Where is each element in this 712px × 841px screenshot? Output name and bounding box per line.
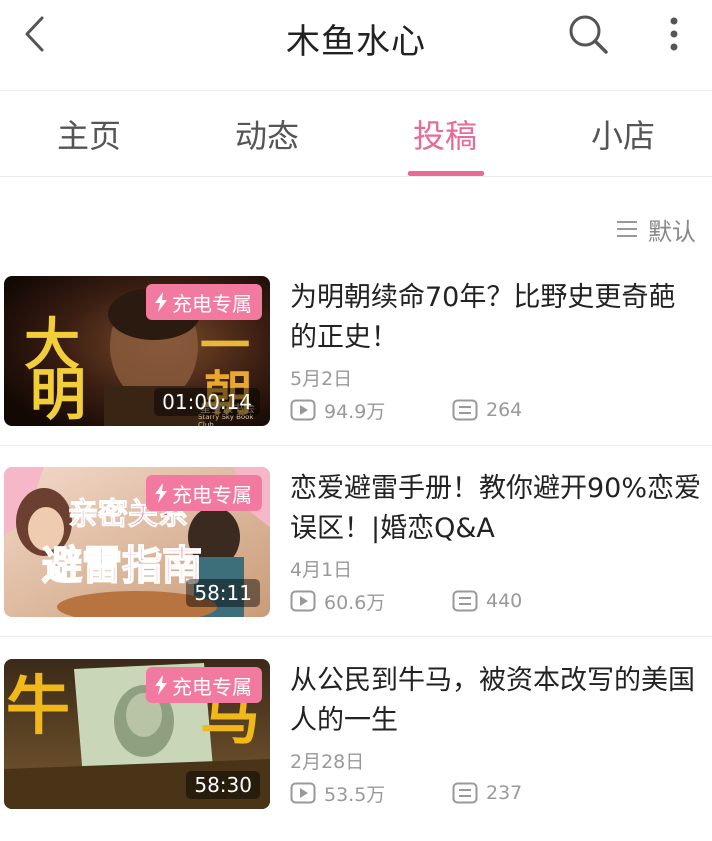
- play-count-value: 53.5万: [324, 783, 386, 806]
- sort-button[interactable]: 默认: [616, 212, 696, 246]
- video-title[interactable]: 恋爱避雷手册！教你避开90%恋爱误区！|婚恋Q&A: [290, 469, 702, 549]
- thumbnail-text-1: 牛: [6, 669, 70, 744]
- video-date: 5月2日: [290, 368, 353, 390]
- video-duration: 58:30: [186, 771, 260, 799]
- video-thumbnail[interactable]: 牛 马 充电专属 58:30: [4, 659, 270, 809]
- more-options-button[interactable]: [656, 10, 692, 58]
- more-vertical-icon: [670, 17, 678, 51]
- comment-icon: [452, 590, 478, 612]
- play-count: 94.9万: [290, 396, 385, 424]
- play-count-value: 94.9万: [324, 400, 386, 423]
- comment-count-value: 440: [486, 590, 523, 612]
- comment-count: 264: [452, 396, 522, 424]
- tab-uploads[interactable]: 投稿: [356, 91, 534, 177]
- sort-label: 默认: [648, 217, 696, 246]
- badge-label: 充电专属: [172, 291, 252, 316]
- tab-bar: 主页 动态 投稿 小店: [0, 91, 712, 177]
- video-date: 2月28日: [290, 751, 365, 773]
- comment-count-value: 264: [486, 399, 523, 421]
- thumbnail-text-2: 明: [30, 362, 86, 426]
- video-item[interactable]: 大 明 一 朝 星空读书会 Starry Sky Book Club 充电专属 …: [0, 268, 712, 458]
- play-count-icon: [290, 399, 316, 421]
- search-button[interactable]: [564, 10, 612, 58]
- item-divider: [0, 636, 712, 637]
- charge-exclusive-badge: 充电专属: [146, 475, 262, 511]
- charge-exclusive-badge: 充电专属: [146, 284, 262, 320]
- thumbnail-text-2: 避雷指南: [41, 542, 203, 590]
- list-icon: [617, 221, 637, 237]
- tabs-divider: [0, 176, 712, 177]
- comment-count: 237: [452, 779, 522, 807]
- play-count: 60.6万: [290, 587, 385, 615]
- video-thumbnail[interactable]: 大 明 一 朝 星空读书会 Starry Sky Book Club 充电专属 …: [4, 276, 270, 426]
- video-item[interactable]: 牛 马 充电专属 58:30 从公民到牛马，被资本改写的美国人的一生 2月28日…: [0, 651, 712, 841]
- video-date: 4月1日: [290, 559, 353, 581]
- video-title[interactable]: 为明朝续命70年？比野史更奇葩的正史！: [290, 278, 702, 358]
- search-icon: [569, 15, 608, 54]
- video-title[interactable]: 从公民到牛马，被资本改写的美国人的一生: [290, 661, 702, 741]
- video-item[interactable]: 亲密关系 避雷指南 充电专属 58:11 恋爱避雷手册！教你避开90%恋爱误区！…: [0, 459, 712, 649]
- item-divider: [0, 445, 712, 446]
- lightning-icon: [155, 292, 167, 312]
- comment-count: 440: [452, 587, 522, 615]
- play-count-icon: [290, 590, 316, 612]
- charge-exclusive-badge: 充电专属: [146, 667, 262, 703]
- tab-shop[interactable]: 小店: [534, 91, 712, 177]
- play-count-value: 60.6万: [324, 591, 386, 614]
- tab-home[interactable]: 主页: [0, 91, 178, 177]
- play-count-icon: [290, 782, 316, 804]
- play-count: 53.5万: [290, 779, 385, 807]
- badge-label: 充电专属: [172, 482, 252, 507]
- app-header: 木鱼水心: [0, 0, 712, 90]
- comment-icon: [452, 782, 478, 804]
- lightning-icon: [155, 675, 167, 695]
- badge-label: 充电专属: [172, 674, 252, 699]
- video-thumbnail[interactable]: 亲密关系 避雷指南 充电专属 58:11: [4, 467, 270, 617]
- tab-dynamics[interactable]: 动态: [178, 91, 356, 177]
- comment-count-value: 237: [486, 782, 523, 804]
- comment-icon: [452, 399, 478, 421]
- lightning-icon: [155, 483, 167, 503]
- video-duration: 58:11: [186, 579, 260, 607]
- video-duration: 01:00:14: [154, 388, 260, 416]
